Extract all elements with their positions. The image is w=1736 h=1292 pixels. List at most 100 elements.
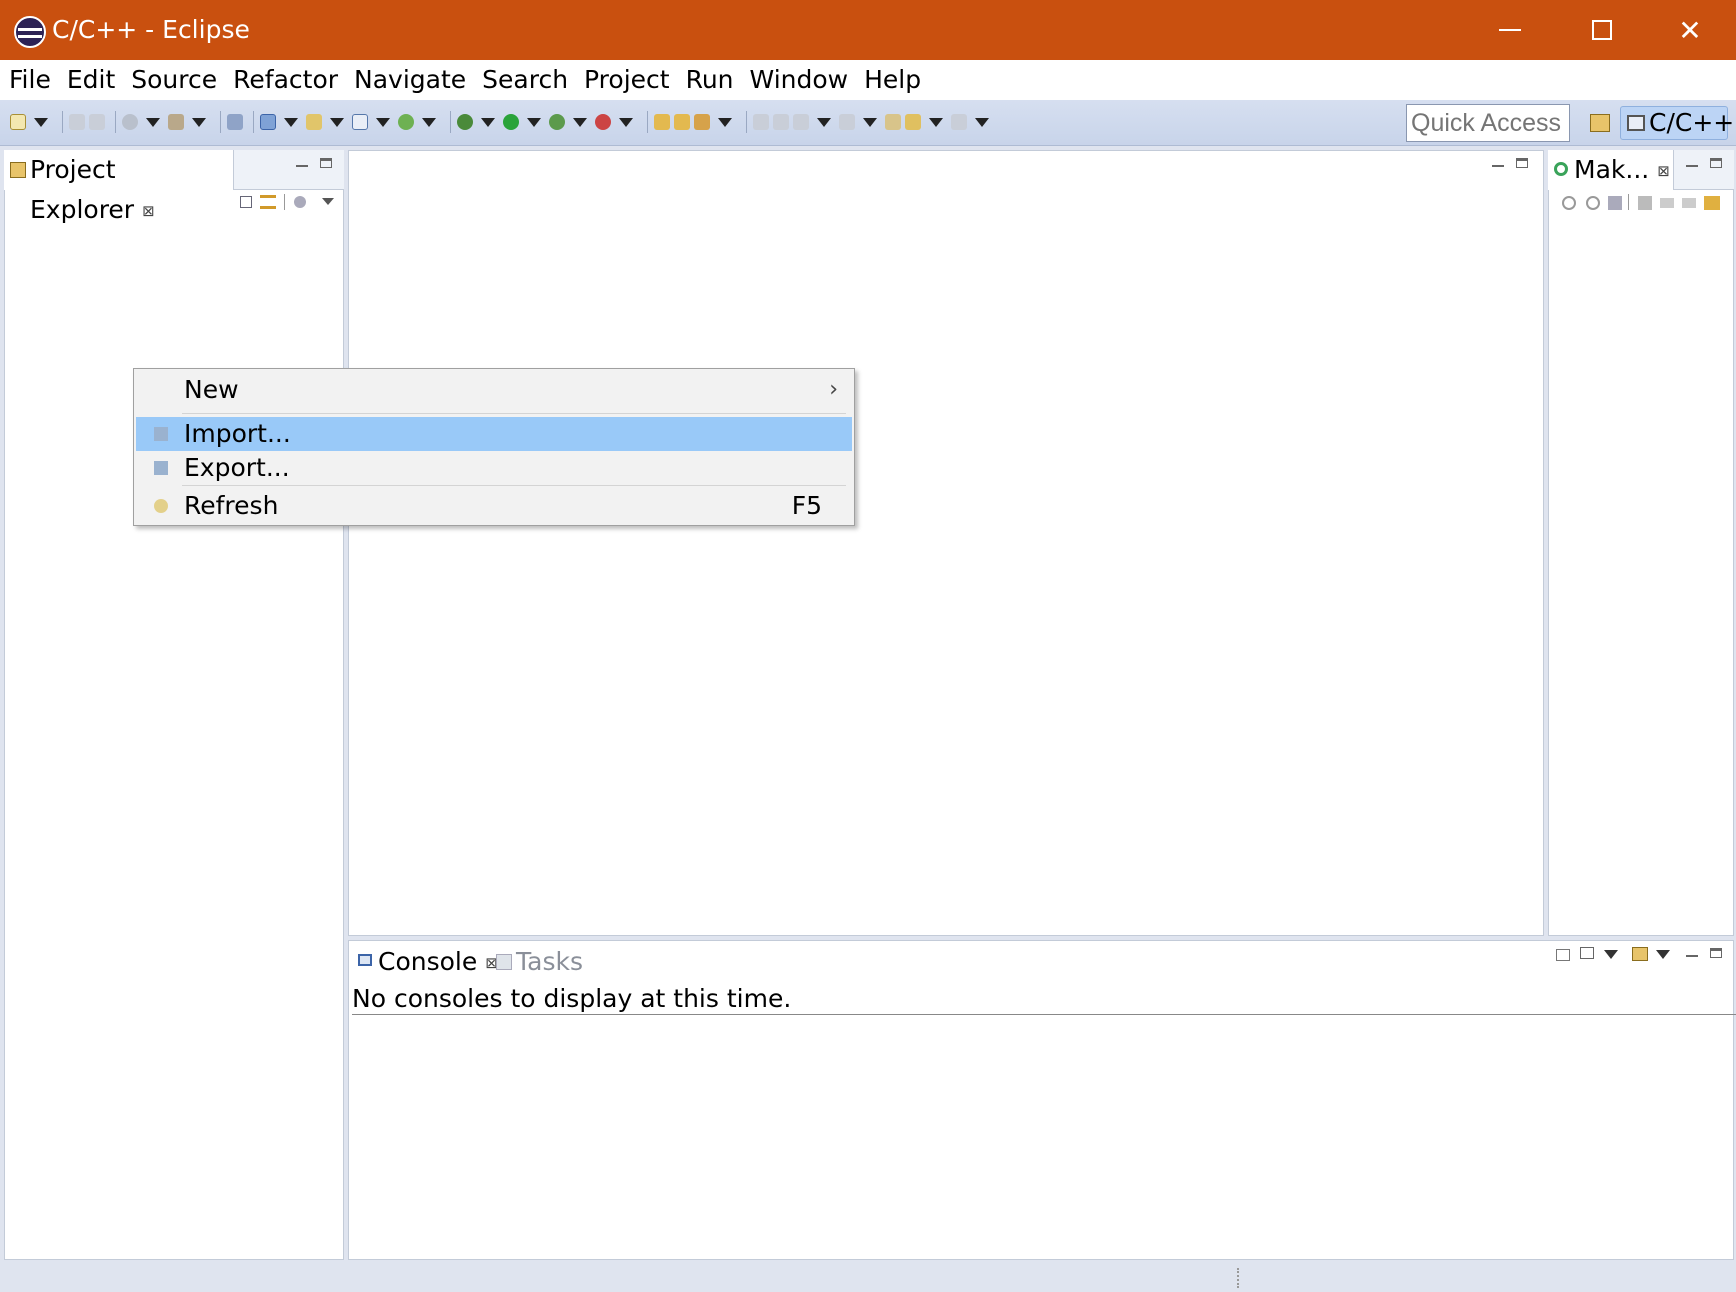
forward-icon[interactable] bbox=[1682, 198, 1696, 208]
minimize-button[interactable] bbox=[1464, 0, 1556, 60]
debug-icon[interactable] bbox=[457, 114, 473, 130]
toggle-block-icon[interactable] bbox=[773, 114, 789, 130]
new-cpp-project-icon[interactable] bbox=[260, 114, 276, 130]
tab-project-explorer[interactable]: Project Explorer ⊠ bbox=[4, 150, 234, 224]
menu-refactor[interactable]: Refactor bbox=[226, 62, 345, 98]
menu-run[interactable]: Run bbox=[679, 62, 741, 98]
edit-target-icon[interactable] bbox=[1608, 196, 1622, 210]
title-bar: C/C++ - Eclipse ✕ bbox=[0, 0, 1736, 60]
debug-settings-icon[interactable] bbox=[227, 114, 243, 130]
debug-dropdown-icon[interactable] bbox=[481, 117, 495, 127]
refresh-icon[interactable] bbox=[398, 114, 414, 130]
tab-tasks[interactable]: Tasks bbox=[490, 942, 610, 982]
forward-icon[interactable] bbox=[951, 114, 967, 130]
menu-source[interactable]: Source bbox=[124, 62, 224, 98]
console-maximize-icon[interactable] bbox=[1710, 948, 1722, 958]
external-tools-dropdown-icon[interactable] bbox=[619, 117, 633, 127]
open-type-icon[interactable] bbox=[654, 114, 670, 130]
link-with-editor-icon[interactable] bbox=[260, 195, 276, 209]
refresh-shortcut: F5 bbox=[791, 491, 822, 520]
open-console-dropdown-icon[interactable] bbox=[1656, 950, 1670, 959]
menu-help[interactable]: Help bbox=[857, 62, 928, 98]
run-dropdown-icon[interactable] bbox=[527, 117, 541, 127]
save-icon[interactable] bbox=[69, 114, 85, 130]
editor-minimize-icon[interactable] bbox=[1492, 157, 1504, 167]
editor-maximize-icon[interactable] bbox=[1516, 158, 1528, 168]
coverage-dropdown-icon[interactable] bbox=[573, 117, 587, 127]
submenu-arrow-icon: › bbox=[829, 377, 838, 402]
quick-access-input[interactable] bbox=[1406, 104, 1570, 142]
build-target-icon[interactable] bbox=[1562, 196, 1576, 210]
tab-console[interactable]: Console ⊠ bbox=[352, 942, 498, 982]
context-menu-import[interactable]: Import... bbox=[136, 417, 852, 451]
external-tools-icon[interactable] bbox=[595, 114, 611, 130]
display-console-dropdown-icon[interactable] bbox=[1604, 950, 1618, 959]
search-icon[interactable] bbox=[694, 114, 710, 130]
perspective-cpp-button[interactable]: C/C++ bbox=[1620, 106, 1734, 140]
new-cpp-project-dropdown-icon[interactable] bbox=[284, 117, 298, 127]
new-icon[interactable] bbox=[10, 114, 26, 130]
status-bar-grip[interactable] bbox=[1237, 1268, 1239, 1288]
new-folder-icon[interactable] bbox=[306, 114, 322, 130]
context-menu-new[interactable]: New › bbox=[136, 373, 852, 407]
build-settings-icon[interactable] bbox=[122, 114, 138, 130]
open-perspective-icon[interactable] bbox=[1590, 114, 1610, 132]
forward-dropdown-icon[interactable] bbox=[975, 117, 989, 127]
project-explorer-tab-area bbox=[234, 150, 344, 190]
next-annotation-dropdown-icon[interactable] bbox=[817, 117, 831, 127]
filter-icon[interactable] bbox=[294, 196, 306, 208]
menu-project[interactable]: Project bbox=[577, 62, 677, 98]
previous-annotation-icon[interactable] bbox=[839, 114, 855, 130]
console-divider bbox=[352, 1014, 1736, 1015]
last-edit-icon[interactable] bbox=[885, 114, 901, 130]
close-tab-icon[interactable]: ⊠ bbox=[1657, 162, 1670, 180]
context-menu-export-label: Export... bbox=[184, 453, 290, 482]
menu-edit[interactable]: Edit bbox=[60, 62, 122, 98]
context-menu-refresh[interactable]: Refresh F5 bbox=[136, 489, 852, 523]
collapse-all-icon[interactable] bbox=[240, 196, 252, 208]
display-console-icon[interactable] bbox=[1580, 947, 1594, 959]
back-icon[interactable] bbox=[905, 114, 921, 130]
menu-search[interactable]: Search bbox=[475, 62, 575, 98]
save-all-icon[interactable] bbox=[89, 114, 105, 130]
menu-file[interactable]: File bbox=[2, 62, 58, 98]
refresh-dropdown-icon[interactable] bbox=[422, 117, 436, 127]
search-dropdown-icon[interactable] bbox=[718, 117, 732, 127]
maximize-panel-icon[interactable] bbox=[320, 158, 332, 168]
hide-targets-icon[interactable] bbox=[1704, 196, 1720, 210]
make-minimize-icon[interactable] bbox=[1686, 157, 1698, 167]
close-tab-icon[interactable]: ⊠ bbox=[142, 202, 155, 220]
toggle-mark-icon[interactable] bbox=[753, 114, 769, 130]
back-dropdown-icon[interactable] bbox=[929, 117, 943, 127]
new-class-icon[interactable] bbox=[352, 114, 368, 130]
menu-window[interactable]: Window bbox=[743, 62, 856, 98]
build-settings-dropdown-icon[interactable] bbox=[146, 117, 160, 127]
coverage-icon[interactable] bbox=[549, 114, 565, 130]
pin-console-icon[interactable] bbox=[1556, 949, 1570, 961]
console-minimize-icon[interactable] bbox=[1686, 947, 1698, 957]
close-button[interactable]: ✕ bbox=[1644, 0, 1736, 60]
new-dropdown-icon[interactable] bbox=[34, 117, 48, 127]
open-element-icon[interactable] bbox=[674, 114, 690, 130]
menu-navigate[interactable]: Navigate bbox=[347, 62, 473, 98]
minimize-icon bbox=[1499, 29, 1521, 31]
view-menu-icon[interactable] bbox=[322, 198, 334, 205]
build-dropdown-icon[interactable] bbox=[192, 117, 206, 127]
next-annotation-icon[interactable] bbox=[793, 114, 809, 130]
console-message: No consoles to display at this time. bbox=[352, 984, 792, 1013]
new-target-icon[interactable] bbox=[1586, 196, 1600, 210]
new-class-dropdown-icon[interactable] bbox=[376, 117, 390, 127]
run-icon[interactable] bbox=[503, 114, 519, 130]
tab-make-target[interactable]: Mak... ⊠ bbox=[1548, 150, 1674, 190]
new-folder-dropdown-icon[interactable] bbox=[330, 117, 344, 127]
back-icon[interactable] bbox=[1660, 198, 1674, 208]
open-console-icon[interactable] bbox=[1632, 947, 1648, 961]
window-title: C/C++ - Eclipse bbox=[52, 15, 250, 44]
make-maximize-icon[interactable] bbox=[1710, 158, 1722, 168]
home-icon[interactable] bbox=[1638, 196, 1652, 210]
maximize-button[interactable] bbox=[1556, 0, 1648, 60]
previous-annotation-dropdown-icon[interactable] bbox=[863, 117, 877, 127]
context-menu-export[interactable]: Export... bbox=[136, 451, 852, 485]
minimize-panel-icon[interactable] bbox=[296, 157, 308, 167]
build-icon[interactable] bbox=[168, 114, 184, 130]
